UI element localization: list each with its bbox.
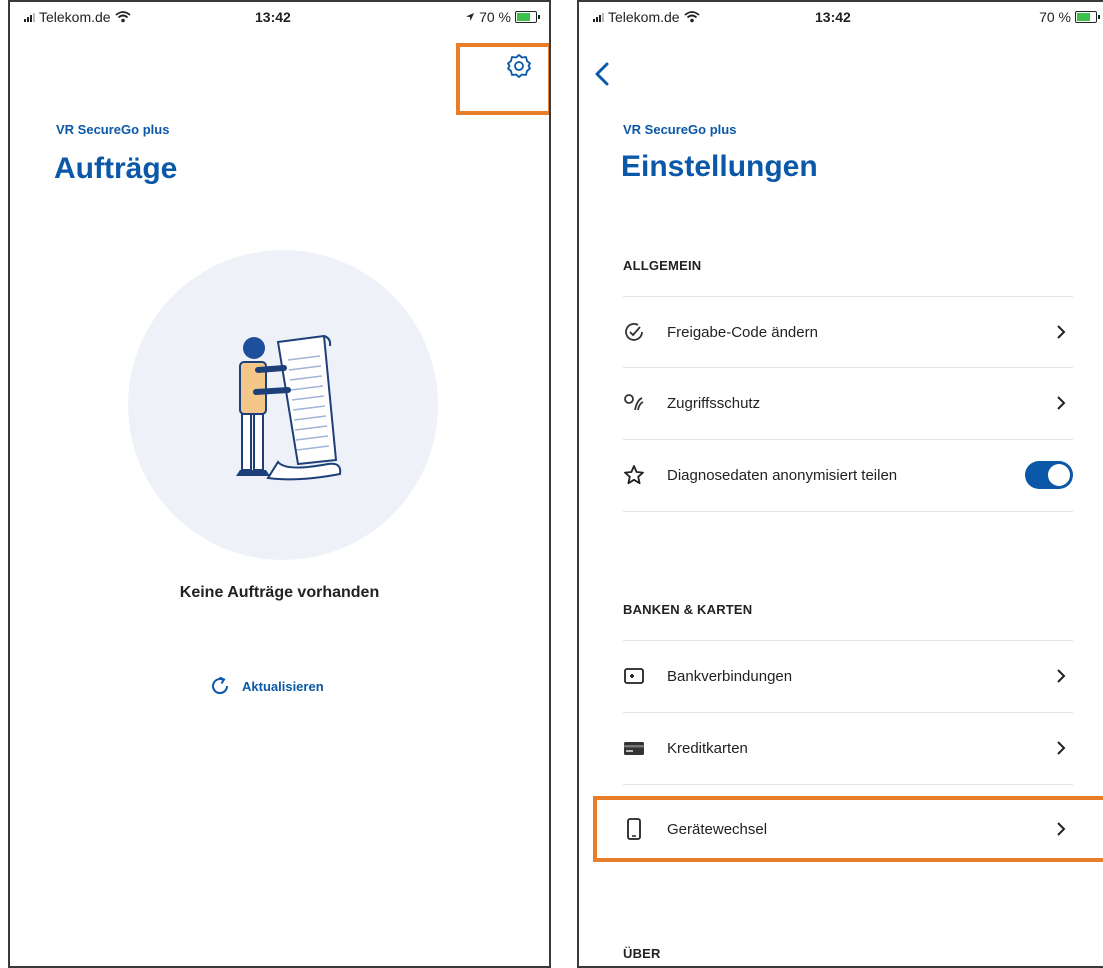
- chevron-right-icon: [1057, 325, 1066, 339]
- refresh-button[interactable]: Aktualisieren: [208, 674, 324, 698]
- carrier: Telekom.de: [593, 9, 700, 25]
- wifi-icon: [684, 11, 700, 23]
- battery-fill: [1077, 13, 1090, 21]
- empty-state-message: Keine Aufträge vorhanden: [179, 584, 380, 601]
- person-holding-list-illustration: [236, 334, 342, 481]
- orders-screen: Telekom.de 13:42 70 % VR SecureGo plus A…: [8, 0, 551, 968]
- settings-row-access-protection[interactable]: Zugriffsschutz: [623, 368, 1073, 438]
- settings-row-label: Gerätewechsel: [667, 820, 768, 838]
- battery-percent: 70 %: [1039, 9, 1071, 25]
- section-header-banks-cards: BANKEN & KARTEN: [623, 602, 753, 617]
- status-time: 13:42: [255, 9, 291, 25]
- signal-icon: [593, 12, 604, 22]
- brand-label: VR SecureGo plus: [56, 122, 170, 137]
- battery-status: 70 %: [1039, 9, 1100, 25]
- fingerprint-key-icon: [623, 392, 645, 414]
- refresh-label: Aktualisieren: [242, 678, 324, 694]
- check-circle-icon: [623, 321, 645, 343]
- settings-row-share-diagnostics: Diagnosedaten anonymisiert teilen: [623, 440, 1073, 510]
- section-header-about: ÜBER: [623, 946, 661, 961]
- carrier-label: Telekom.de: [39, 9, 111, 25]
- status-bar: Telekom.de 13:42 70 %: [10, 2, 549, 32]
- refresh-icon: [212, 676, 229, 695]
- bank-card-icon: [623, 665, 645, 687]
- location-icon: [466, 13, 475, 21]
- gear-icon: [507, 54, 531, 78]
- battery-icon: [515, 11, 540, 23]
- chevron-right-icon: [1057, 669, 1066, 683]
- signal-icon: [24, 12, 35, 22]
- settings-screen: Telekom.de 13:42 70 % VR SecureGo plus E…: [577, 0, 1103, 968]
- brand-label: VR SecureGo plus: [623, 122, 737, 137]
- settings-row-device-change[interactable]: Gerätewechsel: [623, 794, 1073, 864]
- chevron-right-icon: [1057, 741, 1066, 755]
- status-time: 13:42: [815, 9, 851, 25]
- toggle-knob: [1048, 464, 1070, 486]
- battery-percent: 70 %: [479, 9, 511, 25]
- battery-status: 70 %: [465, 9, 540, 25]
- settings-row-change-approval-code[interactable]: Freigabe-Code ändern: [623, 297, 1073, 367]
- credit-card-icon: [623, 737, 645, 759]
- settings-row-label: Bankverbindungen: [667, 667, 793, 685]
- page-title: Einstellungen: [621, 150, 818, 183]
- settings-button[interactable]: [499, 46, 539, 86]
- smartphone-icon: [623, 818, 645, 840]
- settings-row-label: Kreditkarten: [667, 739, 748, 757]
- settings-row-label: Zugriffsschutz: [667, 394, 761, 412]
- divider: [623, 784, 1073, 785]
- empty-state-illustration: [128, 250, 438, 560]
- chevron-right-icon: [1057, 822, 1066, 836]
- diagnostics-toggle[interactable]: [1025, 461, 1073, 489]
- settings-row-credit-cards[interactable]: Kreditkarten: [623, 713, 1073, 783]
- carrier-label: Telekom.de: [608, 9, 680, 25]
- page-title: Aufträge: [54, 152, 178, 185]
- carrier: Telekom.de: [24, 9, 131, 25]
- settings-row-label: Freigabe-Code ändern: [667, 323, 818, 341]
- divider: [623, 511, 1073, 512]
- star-icon: [623, 464, 645, 486]
- battery-fill: [517, 13, 530, 21]
- status-bar: Telekom.de 13:42 70 %: [579, 2, 1103, 32]
- back-button[interactable]: [591, 60, 615, 88]
- chevron-right-icon: [1057, 396, 1066, 410]
- wifi-icon: [115, 11, 131, 23]
- settings-row-bank-connections[interactable]: Bankverbindungen: [623, 641, 1073, 711]
- battery-icon: [1075, 11, 1100, 23]
- section-header-general: ALLGEMEIN: [623, 258, 702, 273]
- chevron-left-icon: [595, 62, 609, 86]
- settings-row-label: Diagnosedaten anonymisiert teilen: [667, 466, 898, 484]
